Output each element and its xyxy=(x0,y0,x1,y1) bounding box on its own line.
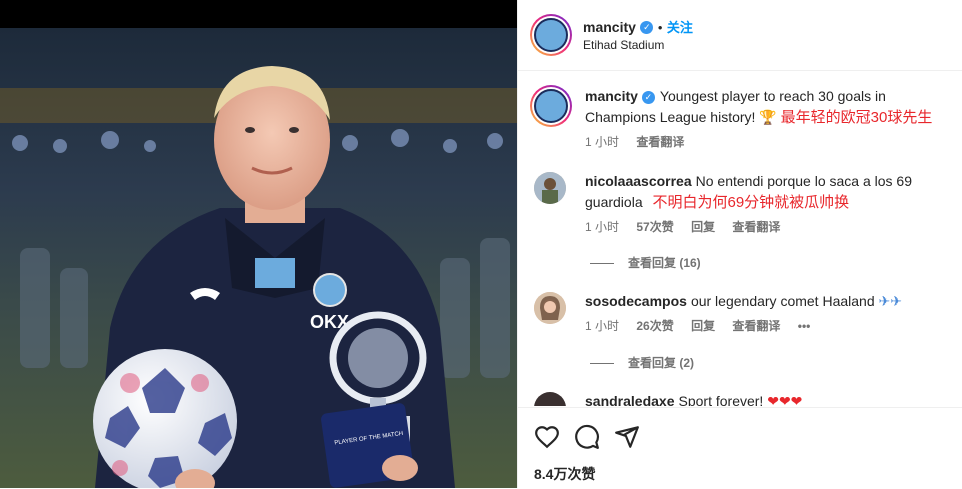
comment-icon[interactable] xyxy=(574,424,600,450)
author-avatar[interactable] xyxy=(530,14,572,56)
player-photo-illustration: OKX PLAYER OF THE MATCH xyxy=(0,28,517,488)
separator-dot: • xyxy=(657,20,663,35)
comment-time[interactable]: 1 小时 xyxy=(585,220,619,234)
comment-overlay-cn: 不明白为何69分钟就被瓜帅换 xyxy=(652,194,850,211)
post-location[interactable]: Etihad Stadium xyxy=(583,38,664,52)
post-header: mancity ✓ • 关注 Etihad Stadium xyxy=(518,0,962,71)
post-photo: OKX PLAYER OF THE MATCH xyxy=(0,28,517,488)
comment-reply-button[interactable]: 回复 xyxy=(691,220,715,234)
comment-avatar[interactable] xyxy=(534,292,566,324)
comment-time[interactable]: 1 小时 xyxy=(585,319,619,333)
post-caption: mancity ✓ Youngest player to reach 30 goal… xyxy=(585,86,955,150)
comment-likes[interactable]: 26次赞 xyxy=(636,319,673,333)
view-replies-button[interactable]: 查看回复 (16) xyxy=(590,254,701,271)
comment-likes[interactable]: 57次赞 xyxy=(636,220,673,234)
caption-username[interactable]: mancity xyxy=(585,88,638,104)
comment-item: sosodecampos our legendary comet Haaland … xyxy=(585,291,955,334)
verified-icon: ✓ xyxy=(640,21,654,35)
comment-username[interactable]: sosodecampos xyxy=(585,293,687,309)
heart-icon[interactable] xyxy=(534,424,560,450)
caption-avatar[interactable] xyxy=(530,85,572,127)
follow-button[interactable]: 关注 xyxy=(667,20,693,35)
caption-time[interactable]: 1 小时 xyxy=(585,135,619,149)
comment-username[interactable]: nicolaaascorrea xyxy=(585,173,692,189)
replies-line xyxy=(590,363,614,365)
comment-reply-button[interactable]: 回复 xyxy=(691,319,715,333)
post-sidebar: mancity ✓ • 关注 Etihad Stadium mancity ✓ Yo… xyxy=(517,0,962,488)
comment-username[interactable]: sandraledaxe xyxy=(585,393,675,406)
comment-text: our legendary comet Haaland xyxy=(690,293,875,309)
comment-item: sandraledaxe Sport forever! ❤❤❤ xyxy=(585,391,955,406)
like-count[interactable]: 8.4万次赞 xyxy=(534,464,595,484)
post-media[interactable]: OKX PLAYER OF THE MATCH xyxy=(0,0,517,488)
caption-overlay-cn: 最年轻的欧冠30球先生 xyxy=(780,109,933,126)
more-options-icon[interactable]: ••• xyxy=(798,319,811,333)
replies-line xyxy=(590,263,614,265)
view-replies-button[interactable]: 查看回复 (2) xyxy=(590,354,694,371)
comet-emoji-icon: ✈✈ xyxy=(878,293,902,309)
heart-emoji-icon: ❤❤❤ xyxy=(767,393,803,406)
comment-avatar[interactable] xyxy=(534,172,566,204)
share-icon[interactable] xyxy=(614,424,640,450)
author-username[interactable]: mancity xyxy=(583,19,636,35)
comment-text: Sport forever! xyxy=(678,393,764,406)
view-replies-label: 查看回复 (16) xyxy=(628,256,701,270)
comment-translate-button[interactable]: 查看翻译 xyxy=(732,319,780,333)
view-replies-label: 查看回复 (2) xyxy=(628,356,695,370)
comment-item: nicolaaascorrea No entendi porque lo saca… xyxy=(585,171,955,235)
comments-list[interactable]: mancity ✓ Youngest player to reach 30 goal… xyxy=(518,71,962,406)
caption-translate-button[interactable]: 查看翻译 xyxy=(636,135,684,149)
verified-icon: ✓ xyxy=(641,90,655,104)
comment-translate-button[interactable]: 查看翻译 xyxy=(732,220,780,234)
post-actions: 8.4万次赞 xyxy=(518,407,962,489)
comment-avatar[interactable] xyxy=(534,392,566,406)
